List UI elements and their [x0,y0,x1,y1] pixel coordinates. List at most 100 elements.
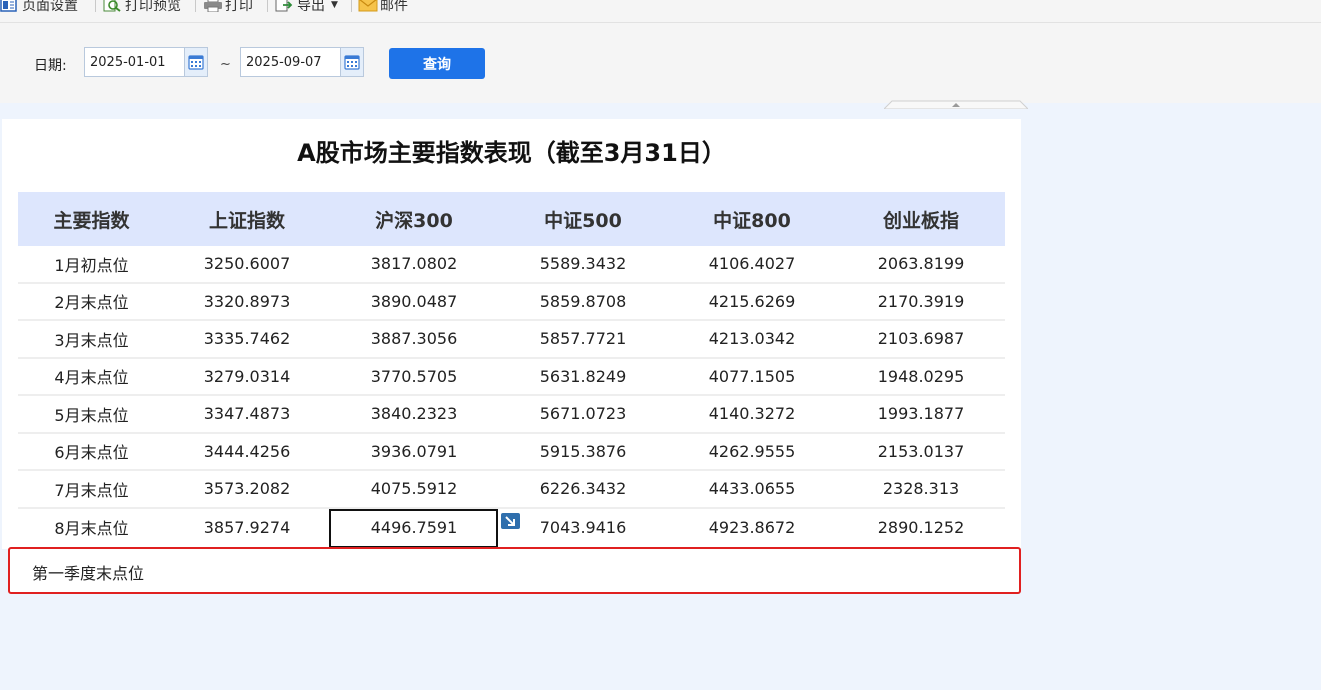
table-cell[interactable]: 4433.0655 [667,470,837,509]
mail-button[interactable]: 邮件 [358,0,408,15]
table-cell[interactable]: 3335.7462 [165,320,329,359]
table-cell[interactable]: 2890.1252 [837,508,1005,546]
table-cell[interactable]: 2153.0137 [837,432,1005,471]
column-header: 中证800 [667,192,837,246]
column-header: 上证指数 [165,192,329,246]
column-header: 沪深300 [329,192,499,246]
selected-cell-value: 4496.7591 [370,517,458,537]
column-header: 中证500 [499,192,667,246]
table-header-row: 主要指数 上证指数 沪深300 中证500 中证800 创业板指 [18,192,1005,246]
table-row: 1月初点位 3250.6007 3817.0802 5589.3432 4106… [18,246,1005,284]
printer-icon [203,0,222,13]
end-date-input[interactable] [241,48,340,76]
toolbar-divider [267,0,268,12]
filter-bar: 日期: ~ 查询 [0,23,1321,103]
table-row: 2月末点位 3320.8973 3890.0487 5859.8708 4215… [18,282,1005,321]
start-date-calendar-button[interactable] [184,48,207,76]
table-cell[interactable]: 4075.5912 [329,470,499,509]
print-preview-button[interactable]: 打印预览 [103,0,181,15]
highlighted-footnote-row[interactable]: 第一季度末点位 [8,547,1021,594]
table-cell[interactable]: 2328.313 [837,470,1005,509]
table-cell[interactable]: 3347.4873 [165,395,329,434]
table-cell[interactable]: 2103.6987 [837,320,1005,359]
toolbar-divider [351,0,352,12]
selected-cell[interactable]: 4496.7591 [329,508,499,548]
expand-icon[interactable] [501,513,520,529]
table-cell[interactable]: 3573.2082 [165,470,329,509]
table-cell[interactable]: 7043.9416 [499,508,667,546]
table-cell[interactable]: 7月末点位 [18,470,165,509]
mail-icon [358,0,378,12]
page-setup-button[interactable]: 页面设置 [0,0,78,15]
table-cell[interactable]: 8月末点位 [18,508,165,546]
footnote-text: 第一季度末点位 [32,564,145,583]
table-cell[interactable]: 4923.8672 [667,508,837,546]
table-cell[interactable]: 5631.8249 [499,357,667,396]
print-button[interactable]: 打印 [203,0,253,15]
table-row: 4月末点位 3279.0314 3770.5705 5631.8249 4077… [18,357,1005,396]
table-cell[interactable]: 3840.2323 [329,395,499,434]
print-preview-label: 打印预览 [125,0,181,14]
table-cell[interactable]: 2170.3919 [837,282,1005,321]
toolbar: 页面设置 打印预览 打印 导出 ▼ 邮件 [0,0,1321,23]
column-header: 主要指数 [18,192,165,246]
table-cell[interactable]: 3890.0487 [329,282,499,321]
table-cell[interactable]: 3月末点位 [18,320,165,359]
table-cell[interactable]: 3444.4256 [165,432,329,471]
start-date-input[interactable] [85,48,184,76]
start-date-field [84,47,208,77]
table-cell[interactable]: 3817.0802 [329,246,499,284]
table-cell[interactable]: 1月初点位 [18,246,165,284]
table-cell[interactable]: 5857.7721 [499,320,667,359]
toolbar-divider [195,0,196,12]
calendar-icon [344,55,360,70]
table-row: 6月末点位 3444.4256 3936.0791 5915.3876 4262… [18,432,1005,471]
table-cell[interactable]: 5589.3432 [499,246,667,284]
table-cell[interactable]: 4140.3272 [667,395,837,434]
print-preview-icon [103,0,121,12]
table-cell[interactable]: 4213.0342 [667,320,837,359]
table-cell[interactable]: 4215.6269 [667,282,837,321]
index-table: 主要指数 上证指数 沪深300 中证500 中证800 创业板指 1月初点位 3… [18,192,1005,548]
export-label: 导出 [297,0,325,14]
table-row: 5月末点位 3347.4873 3840.2323 5671.0723 4140… [18,395,1005,434]
table-cell[interactable]: 5915.3876 [499,432,667,471]
date-range-separator: ~ [220,57,231,72]
calendar-icon [188,55,204,70]
query-button[interactable]: 查询 [389,48,485,79]
table-cell[interactable]: 4106.4027 [667,246,837,284]
table-cell[interactable]: 3936.0791 [329,432,499,471]
report-title: A股市场主要指数表现（截至3月31日） [297,139,726,167]
mail-label: 邮件 [380,0,408,14]
table-cell[interactable]: 3887.3056 [329,320,499,359]
table-cell[interactable]: 3279.0314 [165,357,329,396]
chevron-down-icon: ▼ [331,0,338,10]
table-cell[interactable]: 4077.1505 [667,357,837,396]
table-cell[interactable]: 3857.9274 [165,508,329,546]
table-cell[interactable]: 3320.8973 [165,282,329,321]
table-cell[interactable]: 5月末点位 [18,395,165,434]
table-cell[interactable]: 4月末点位 [18,357,165,396]
table-cell[interactable]: 6月末点位 [18,432,165,471]
table-cell[interactable]: 6226.3432 [499,470,667,509]
table-row: 7月末点位 3573.2082 4075.5912 6226.3432 4433… [18,470,1005,509]
collapse-filter-toggle[interactable] [882,94,1030,110]
table-cell[interactable]: 2063.8199 [837,246,1005,284]
table-cell[interactable]: 4262.9555 [667,432,837,471]
table-cell[interactable]: 1948.0295 [837,357,1005,396]
table-cell[interactable]: 5671.0723 [499,395,667,434]
page-setup-icon [0,0,18,12]
date-label: 日期: [34,58,67,74]
column-header: 创业板指 [837,192,1005,246]
end-date-field [240,47,364,77]
end-date-calendar-button[interactable] [340,48,363,76]
table-cell[interactable]: 3250.6007 [165,246,329,284]
toolbar-divider [95,0,96,12]
table-cell[interactable]: 2月末点位 [18,282,165,321]
table-cell[interactable]: 5859.8708 [499,282,667,321]
export-button[interactable]: 导出 ▼ [275,0,338,15]
table-row: 3月末点位 3335.7462 3887.3056 5857.7721 4213… [18,320,1005,359]
table-cell[interactable]: 3770.5705 [329,357,499,396]
table-cell[interactable]: 1993.1877 [837,395,1005,434]
page-setup-label: 页面设置 [22,0,78,14]
